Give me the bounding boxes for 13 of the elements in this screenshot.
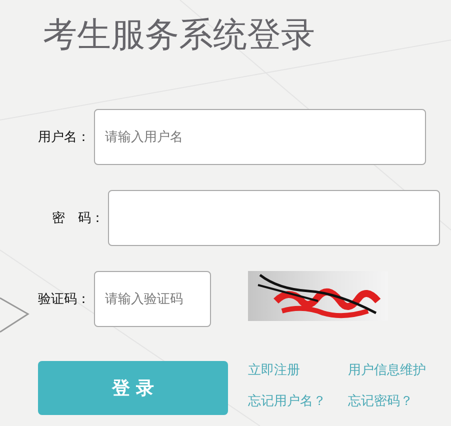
field-label: 密 码： — [51, 210, 104, 227]
login-button[interactable]: 登 录 — [38, 361, 228, 415]
password-field[interactable] — [108, 190, 440, 246]
link[interactable]: 忘记密码？ — [348, 392, 426, 415]
field-label: 验证码： — [38, 291, 91, 308]
link[interactable]: 忘记用户名？ — [248, 392, 326, 415]
field-label: 用户名： — [38, 129, 91, 146]
captcha-field[interactable]: 请输入验证码 — [94, 271, 211, 327]
username-field[interactable]: 请输入用户名 — [94, 109, 426, 165]
link[interactable]: 用户信息维护 — [348, 361, 426, 384]
page-title: 考生服务系统登录 — [43, 14, 316, 57]
link[interactable]: 立即注册 — [248, 361, 326, 384]
chevron-drawing — [0, 296, 30, 334]
